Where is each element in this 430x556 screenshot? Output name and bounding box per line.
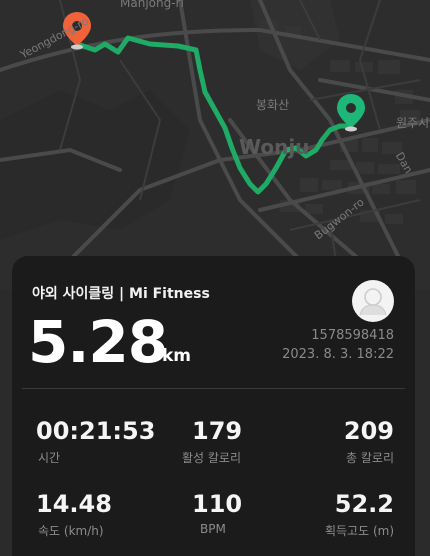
activity-summary-card: 야외 사이클링 | Mi Fitness 5.28 km 1578598418 … (12, 256, 415, 556)
map-label-manjong: Manjong-ri (120, 0, 184, 10)
divider (22, 388, 405, 389)
map-label-bonghwasan: 봉화산 (256, 98, 290, 112)
stat-duration-value: 00:21:53 (36, 417, 156, 445)
stat-speed-value: 14.48 (36, 490, 112, 518)
stat-elevation-gain-value: 52.2 (334, 490, 394, 518)
stat-speed-label: 속도 (km/h) (38, 524, 104, 538)
activity-title: 야외 사이클링 | Mi Fitness (32, 286, 210, 302)
avatar[interactable] (352, 280, 394, 322)
stat-active-calories-value: 179 (192, 417, 243, 445)
route-map[interactable]: Manjong-ri Yeongdong-ro 봉화산 Wonju 원주시 Bu… (0, 0, 430, 292)
stat-active-calories-label: 활성 칼로리 (182, 451, 242, 465)
stat-bpm-label: BPM (200, 522, 226, 536)
distance-value: 5.28 (28, 308, 168, 376)
distance-unit: km (162, 346, 192, 366)
activity-datetime: 2023. 8. 3. 18:22 (282, 347, 394, 362)
stat-total-calories-value: 209 (343, 417, 394, 445)
user-avatar-icon (353, 281, 393, 321)
map-canvas (0, 0, 430, 292)
stat-duration-label: 시간 (38, 451, 61, 465)
map-label-wonju: Wonju (239, 135, 310, 159)
stat-bpm-value: 110 (192, 490, 243, 518)
stat-total-calories-label: 총 칼로리 (346, 451, 394, 465)
map-label-wonju-si: 원주시 (396, 116, 430, 130)
user-id: 1578598418 (311, 328, 394, 343)
stat-elevation-gain-label: 획득고도 (m) (324, 524, 394, 538)
